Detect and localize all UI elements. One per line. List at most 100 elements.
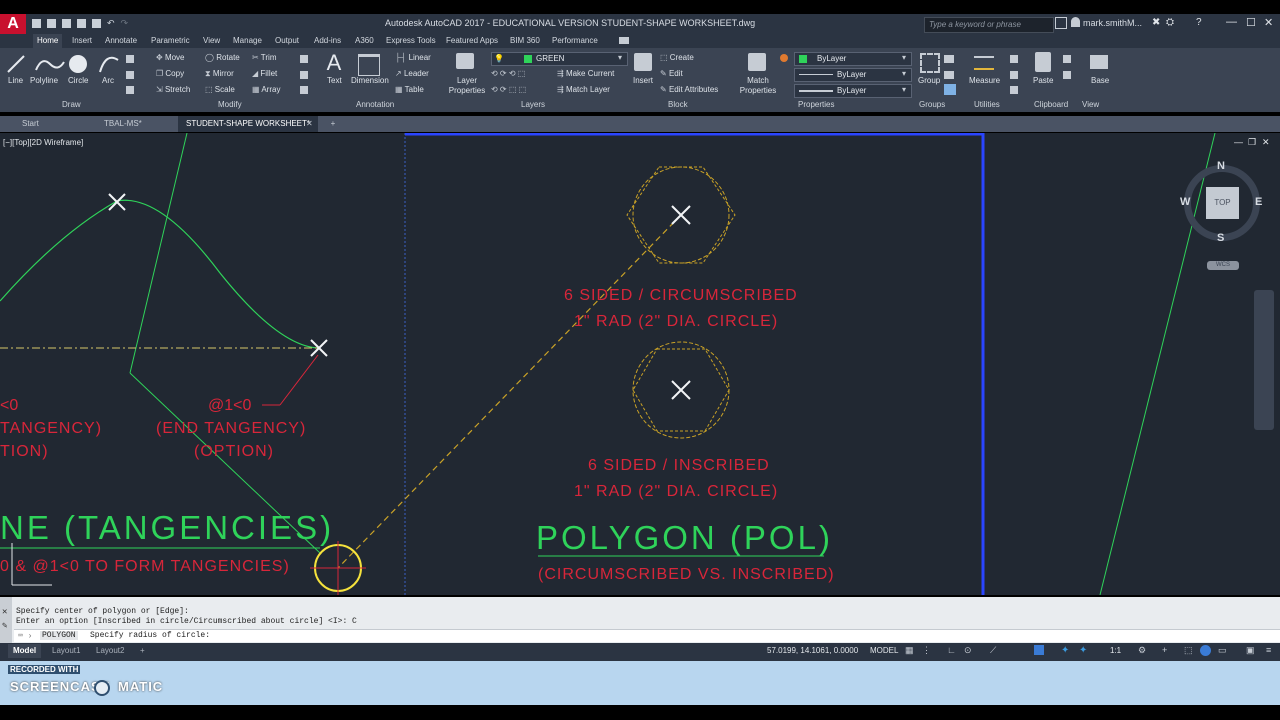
move-button[interactable]: ✥ Move	[156, 53, 185, 62]
utilities-panel-label[interactable]: Utilities	[974, 100, 1000, 109]
print-icon[interactable]	[92, 19, 101, 28]
layer-properties-button[interactable]: Layer Properties	[447, 76, 487, 96]
coordinates-readout[interactable]: 57.0199, 14.1061, 0.0000	[767, 646, 858, 655]
tab-bim-360[interactable]: BIM 360	[510, 34, 540, 48]
explode-icon[interactable]	[300, 71, 308, 79]
tab-insert[interactable]: Insert	[72, 34, 92, 48]
base-button[interactable]: Base	[1091, 76, 1109, 85]
fillet-button[interactable]: ◢ Fillet	[252, 69, 277, 78]
snap-icon[interactable]: ⋮	[922, 645, 931, 656]
linetype-dropdown[interactable]: ByLayer ▾	[794, 68, 912, 82]
create-block-button[interactable]: ⬚ Create	[660, 53, 694, 62]
redo-icon[interactable]: ↷	[121, 19, 129, 29]
annotation-scale[interactable]: 1:1	[1110, 646, 1121, 655]
ribbon-toggle-icon[interactable]	[619, 37, 629, 44]
ungroup-icon[interactable]	[944, 55, 954, 63]
copy-button[interactable]: ❐ Copy	[156, 69, 184, 78]
tab-home[interactable]: Home	[33, 34, 63, 48]
stretch-button[interactable]: ⇲ Stretch	[156, 85, 190, 94]
save-as-icon[interactable]	[77, 19, 86, 28]
group-button[interactable]: Group	[918, 76, 940, 85]
polar-icon[interactable]: ⊙	[964, 645, 972, 656]
group-select-icon[interactable]	[944, 84, 956, 95]
viewcube-top-face[interactable]: TOP	[1206, 187, 1239, 219]
clean-screen-icon[interactable]: ▣	[1246, 645, 1255, 656]
circle-button[interactable]: Circle	[68, 76, 88, 85]
tab-annotate[interactable]: Annotate	[105, 34, 137, 48]
copy-clip-icon[interactable]	[1063, 71, 1071, 79]
navigation-bar[interactable]	[1254, 290, 1274, 430]
user-name[interactable]: mark.smithM...	[1083, 18, 1142, 28]
new-layout-button[interactable]: +	[140, 644, 145, 658]
autocad-logo-icon[interactable]: A	[0, 14, 26, 34]
color-dropdown[interactable]: ByLayer ▾	[794, 52, 912, 66]
a360-icon[interactable]: ⛭	[1166, 17, 1174, 28]
viewcube-south[interactable]: S	[1217, 232, 1224, 244]
table-button[interactable]: ▦ Table	[395, 85, 424, 94]
new-tab-button[interactable]: +	[326, 116, 340, 132]
doc-tab-student-shape-worksheet[interactable]: STUDENT-SHAPE WORKSHEET*	[178, 116, 318, 132]
layout-tab-model[interactable]: Model	[8, 644, 42, 658]
tab-add-ins[interactable]: Add-ins	[314, 34, 341, 48]
annotation-monitor-icon[interactable]: +	[1162, 645, 1167, 655]
draw-extra-icon-3[interactable]	[126, 86, 134, 94]
tab-performance[interactable]: Performance	[552, 34, 598, 48]
tab-featured-apps[interactable]: Featured Apps	[446, 34, 498, 48]
autoscale-icon[interactable]: ✦	[1079, 645, 1087, 656]
viewcube-north[interactable]: N	[1217, 160, 1225, 172]
viewcube-west[interactable]: W	[1180, 196, 1190, 208]
search-icon[interactable]	[1055, 17, 1067, 29]
mirror-button[interactable]: ⧗ Mirror	[205, 69, 234, 79]
scale-button[interactable]: ⬚ Scale	[205, 85, 235, 94]
open-file-icon[interactable]	[47, 19, 56, 28]
text-button[interactable]: Text	[327, 76, 342, 85]
annotation-visibility-icon[interactable]: ✦	[1061, 645, 1069, 656]
tab-express-tools[interactable]: Express Tools	[386, 34, 436, 48]
tab-view[interactable]: View	[203, 34, 220, 48]
exchange-icon[interactable]: ✖	[1152, 17, 1160, 28]
cut-icon[interactable]	[1063, 55, 1071, 63]
polyline-button[interactable]: Polyline	[30, 76, 58, 85]
customization-icon[interactable]: ≡	[1266, 645, 1271, 655]
layout-tab-layout2[interactable]: Layout2	[96, 644, 124, 658]
tab-manage[interactable]: Manage	[233, 34, 262, 48]
viewcube-east[interactable]: E	[1255, 196, 1262, 208]
view-panel-label[interactable]: View	[1082, 100, 1099, 109]
lineweight-dropdown[interactable]: ByLayer ▾	[794, 84, 912, 98]
close-icon[interactable]: ✕	[1264, 16, 1273, 29]
wrench-icon[interactable]: ✎	[2, 621, 7, 631]
minimize-icon[interactable]: —	[1226, 16, 1237, 28]
paste-button[interactable]: Paste	[1033, 76, 1053, 85]
trim-button[interactable]: ✂ Trim	[252, 53, 276, 62]
layer-tools-row-2[interactable]: ⟲ ⟳ ⬚ ⬚	[491, 85, 526, 94]
match-properties-button[interactable]: Match Properties	[738, 76, 778, 96]
offset-icon[interactable]	[300, 86, 308, 94]
layer-dropdown[interactable]: 💡 GREEN ▾	[491, 52, 628, 66]
layer-tools-row-1[interactable]: ⟲ ⟳ ⟲ ⬚	[491, 69, 525, 78]
arc-button[interactable]: Arc	[102, 76, 114, 85]
doc-tab-start[interactable]: Start	[0, 116, 92, 132]
annotation-panel-label[interactable]: Annotation	[356, 100, 394, 109]
match-layer-button[interactable]: ⇶ Match Layer	[557, 85, 610, 94]
close-icon[interactable]: ✕	[2, 607, 7, 617]
search-input[interactable]: Type a keyword or phrase	[924, 17, 1054, 33]
utility-icon-2[interactable]	[1010, 71, 1018, 79]
save-icon[interactable]	[62, 19, 71, 28]
tab-parametric[interactable]: Parametric	[151, 34, 190, 48]
properties-panel-label[interactable]: Properties	[798, 100, 834, 109]
undo-icon[interactable]: ↶	[107, 19, 115, 29]
utility-icon-3[interactable]	[1010, 86, 1018, 94]
group-edit-icon[interactable]	[944, 71, 954, 79]
doc-tab-tbal-ms[interactable]: TBAL-MS*	[92, 116, 178, 132]
line-button[interactable]: Line	[8, 76, 23, 85]
draw-panel-label[interactable]: Draw	[62, 100, 81, 109]
units-icon[interactable]: ⬚	[1184, 645, 1193, 656]
rotate-button[interactable]: ◯ Rotate	[205, 53, 240, 62]
drawing-canvas[interactable]: [−][Top][2D Wireframe] — ❐ ✕ 6 SIDED / C…	[0, 133, 1280, 595]
utility-icon-1[interactable]	[1010, 55, 1018, 63]
measure-button[interactable]: Measure	[969, 76, 1000, 85]
maximize-icon[interactable]: ☐	[1246, 16, 1256, 29]
isolate-objects-icon[interactable]	[1200, 645, 1211, 656]
block-panel-label[interactable]: Block	[668, 100, 688, 109]
grid-icon[interactable]: ▦	[905, 645, 914, 656]
